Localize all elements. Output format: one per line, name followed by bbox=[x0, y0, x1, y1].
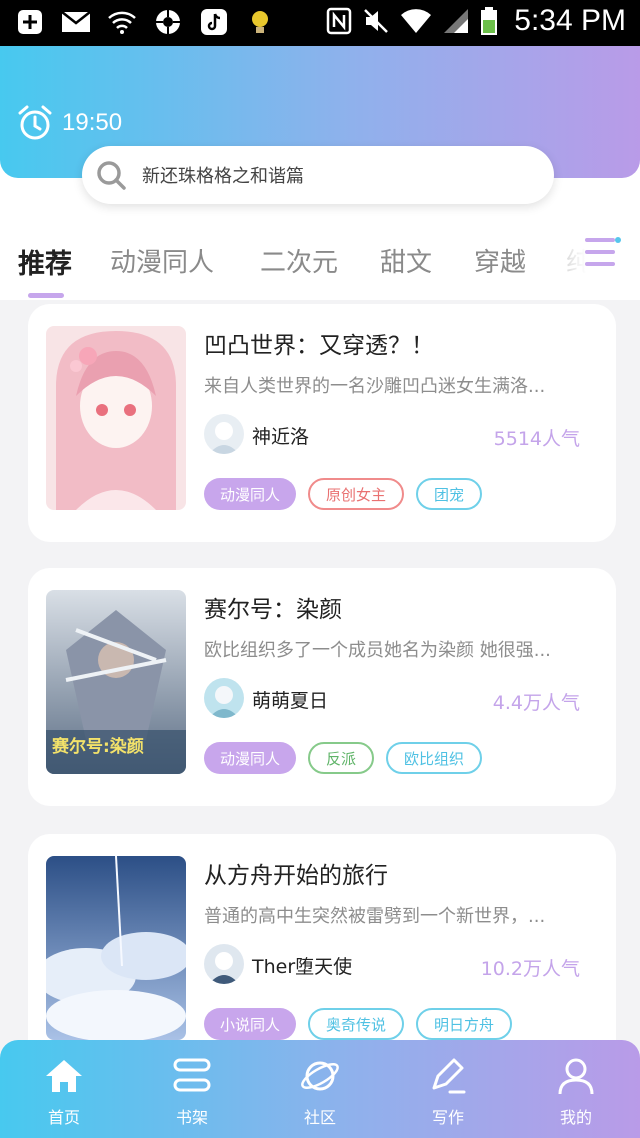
bulb-icon bbox=[244, 6, 276, 38]
planet-icon bbox=[301, 1061, 339, 1091]
popularity-count: 10.2万人气 bbox=[480, 958, 580, 980]
book-description: 欧比组织多了一个成员她名为染颜 她很强... bbox=[204, 640, 551, 661]
nav-profile[interactable]: 我的 bbox=[536, 1054, 616, 1128]
timer-text: 19:50 bbox=[62, 109, 123, 136]
reading-timer[interactable]: 19:50 bbox=[16, 104, 122, 142]
tag-list: 小说同人 奥奇传说 明日方舟 bbox=[204, 1008, 513, 1040]
active-tab-indicator bbox=[28, 293, 64, 298]
nav-label: 写作 bbox=[431, 1108, 464, 1127]
alarm-clock-icon bbox=[18, 105, 52, 140]
wifi-question-icon bbox=[106, 6, 138, 38]
status-bar: 5:34 PM bbox=[0, 0, 640, 46]
author-avatar bbox=[204, 678, 244, 718]
tag-list: 动漫同人 反派 欧比组织 bbox=[204, 742, 483, 774]
search-bar[interactable]: 新还珠格格之和谐篇 bbox=[82, 146, 554, 204]
book-title: 凹凸世界：又穿透？！ bbox=[204, 333, 434, 359]
system-icons: 5:34 PM bbox=[326, 4, 626, 38]
book-cover bbox=[46, 326, 186, 510]
tab-time-travel[interactable]: 穿越 bbox=[474, 242, 526, 279]
notification-icons bbox=[14, 6, 276, 38]
search-icon bbox=[97, 161, 126, 190]
book-title: 赛尔号：染颜 bbox=[204, 597, 342, 623]
nav-label: 首页 bbox=[47, 1108, 80, 1127]
book-cover bbox=[46, 856, 186, 1040]
category-tabs: 推荐 动漫同人 二次元 甜文 穿越 纯爱 bbox=[0, 230, 640, 300]
search-placeholder: 新还珠格格之和谐篇 bbox=[142, 166, 304, 187]
tag[interactable]: 小说同人 bbox=[204, 1008, 297, 1040]
book-title: 从方舟开始的旅行 bbox=[204, 863, 388, 889]
status-time: 5:34 PM bbox=[514, 4, 626, 37]
author-avatar bbox=[204, 944, 244, 984]
author-avatar bbox=[204, 414, 244, 454]
nfc-icon bbox=[327, 7, 352, 35]
tag[interactable]: 明日方舟 bbox=[416, 1008, 513, 1040]
nav-label: 社区 bbox=[303, 1108, 336, 1127]
cover-title-text: 赛尔号:染颜 bbox=[52, 737, 144, 757]
author-name: Ther堕天使 bbox=[252, 956, 353, 978]
book-description: 普通的高中生突然被雷劈到一个新世界，... bbox=[204, 906, 546, 927]
tag[interactable]: 动漫同人 bbox=[204, 478, 297, 510]
nav-label: 我的 bbox=[559, 1108, 592, 1127]
tiktok-icon bbox=[198, 6, 230, 38]
nav-community[interactable]: 社区 bbox=[280, 1054, 360, 1128]
book-card[interactable]: 从方舟开始的旅行 普通的高中生突然被雷劈到一个新世界，... Ther堕天使 1… bbox=[28, 834, 616, 1074]
signal-icon bbox=[444, 9, 469, 33]
wifi-icon bbox=[401, 9, 432, 34]
book-card[interactable]: 凹凸世界：又穿透？！ 来自人类世界的一名沙雕凹凸迷女生满洛... 神近洛 551… bbox=[28, 304, 616, 542]
bottom-navigation: 首页 书架 社区 写作 我的 bbox=[0, 1040, 640, 1138]
mail-icon bbox=[60, 6, 92, 38]
tag[interactable]: 反派 bbox=[308, 742, 375, 774]
tab-recommend[interactable]: 推荐 bbox=[18, 242, 72, 281]
tag[interactable]: 动漫同人 bbox=[204, 742, 297, 774]
home-icon bbox=[46, 1060, 82, 1092]
nav-label: 书架 bbox=[175, 1108, 208, 1127]
book-card[interactable]: 赛尔号:染颜 赛尔号：染颜 欧比组织多了一个成员她名为染颜 她很强... 萌萌夏… bbox=[28, 568, 616, 806]
author-name: 神近洛 bbox=[252, 426, 310, 448]
author-name: 萌萌夏日 bbox=[252, 690, 329, 712]
popularity-count: 5514人气 bbox=[493, 428, 580, 450]
tag[interactable]: 团宠 bbox=[416, 478, 483, 510]
nav-bookshelf[interactable]: 书架 bbox=[152, 1054, 232, 1128]
tag-list: 动漫同人 原创女主 团宠 bbox=[204, 478, 483, 510]
pen-icon bbox=[432, 1058, 466, 1094]
tag[interactable]: 奥奇传说 bbox=[308, 1008, 405, 1040]
nav-home[interactable]: 首页 bbox=[24, 1054, 104, 1128]
add-icon bbox=[14, 6, 46, 38]
bookshelf-icon bbox=[173, 1058, 211, 1092]
nav-write[interactable]: 写作 bbox=[408, 1054, 488, 1128]
book-cover: 赛尔号:染颜 bbox=[46, 590, 186, 774]
tag[interactable]: 欧比组织 bbox=[386, 742, 483, 774]
mute-icon bbox=[364, 9, 389, 33]
book-description: 来自人类世界的一名沙雕凹凸迷女生满洛... bbox=[204, 376, 546, 397]
camera-aperture-icon bbox=[152, 6, 184, 38]
popularity-count: 4.4万人气 bbox=[492, 692, 580, 714]
tab-anime-fanfic[interactable]: 动漫同人 bbox=[110, 242, 214, 279]
battery-icon bbox=[481, 7, 498, 35]
user-icon bbox=[558, 1058, 594, 1095]
tag[interactable]: 原创女主 bbox=[308, 478, 405, 510]
category-menu-icon[interactable] bbox=[584, 234, 624, 270]
tab-sweet[interactable]: 甜文 bbox=[380, 242, 432, 279]
tab-acg[interactable]: 二次元 bbox=[260, 242, 338, 279]
